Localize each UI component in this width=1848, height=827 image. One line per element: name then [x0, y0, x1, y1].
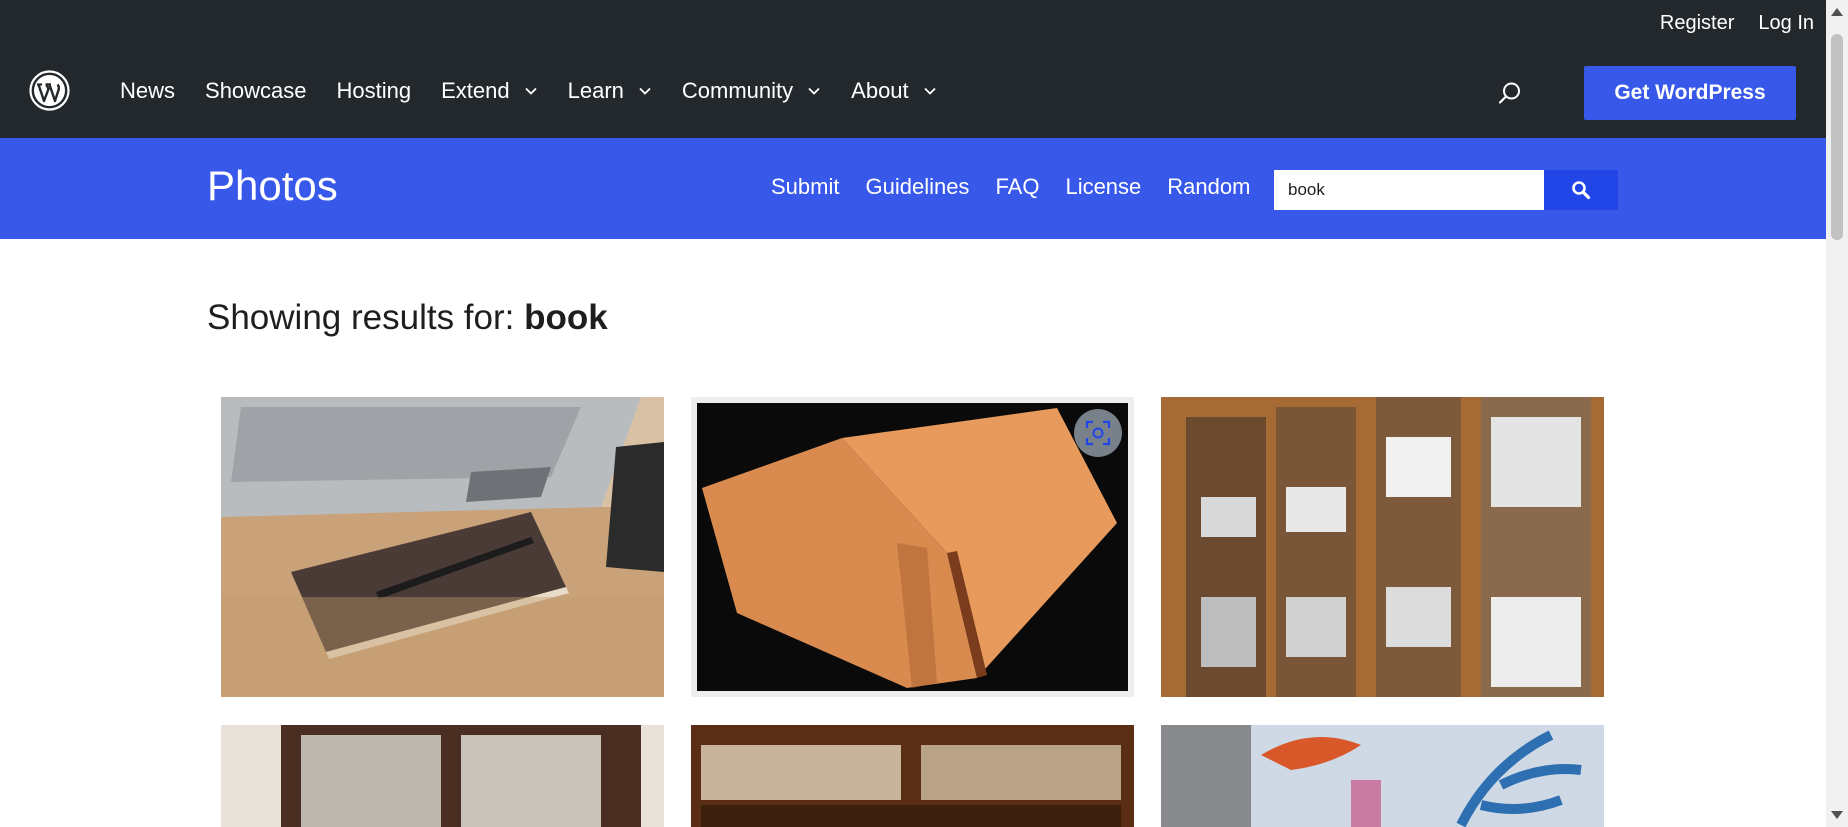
results-prefix: Showing results for: — [207, 298, 515, 337]
nav-item-label: Learn — [567, 78, 624, 103]
photos-nav: Submit Guidelines FAQ License Random — [771, 174, 1250, 200]
search-icon[interactable] — [1497, 80, 1523, 106]
chevron-down-icon — [808, 87, 820, 95]
chevron-down-icon — [924, 87, 936, 95]
expand-icon — [1085, 420, 1111, 446]
nav-item-learn[interactable]: Learn — [568, 78, 652, 104]
nav-item-community[interactable]: Community — [682, 78, 821, 104]
nav-item-label: Community — [681, 78, 794, 103]
scroll-up-arrow-icon[interactable] — [1831, 8, 1843, 16]
photo-bookshelf-with-books[interactable] — [691, 725, 1134, 827]
photos-search-form — [1274, 170, 1618, 210]
photo-wooden-cabinets-with-papers[interactable] — [1161, 397, 1604, 697]
main-nav: News Showcase Hosting Extend Learn Commu… — [120, 78, 967, 104]
photos-nav-license[interactable]: License — [1065, 174, 1141, 200]
photos-header: Photos Submit Guidelines FAQ License Ran… — [0, 138, 1826, 239]
nav-item-showcase[interactable]: Showcase — [205, 78, 307, 104]
nav-item-label: News — [120, 78, 176, 103]
photo-image — [691, 725, 1134, 827]
login-link[interactable]: Log In — [1758, 12, 1814, 35]
photo-image — [697, 403, 1128, 691]
nav-item-label: About — [851, 78, 909, 103]
register-link[interactable]: Register — [1660, 12, 1734, 35]
zoom-icon[interactable] — [1074, 409, 1122, 457]
nav-item-label: Extend — [441, 78, 510, 103]
photo-laptop-notebook-pen[interactable] — [221, 397, 664, 697]
photo-open-antique-book[interactable] — [691, 397, 1134, 697]
photo-image — [1161, 725, 1604, 827]
nav-item-label: Showcase — [205, 78, 307, 103]
global-header: Register Log In News Showcase Hosting Ex… — [0, 0, 1826, 138]
photos-search-input[interactable] — [1274, 170, 1544, 210]
nav-item-label: Hosting — [336, 78, 412, 103]
vertical-scrollbar[interactable] — [1826, 0, 1848, 827]
search-icon — [1572, 181, 1591, 200]
scroll-thumb[interactable] — [1831, 34, 1843, 240]
photos-nav-submit[interactable]: Submit — [771, 174, 839, 200]
photo-wooden-glass-cabinet[interactable] — [221, 725, 664, 827]
photos-nav-faq[interactable]: FAQ — [995, 174, 1039, 200]
nav-item-about[interactable]: About — [851, 78, 937, 104]
scroll-down-arrow-icon[interactable] — [1831, 811, 1843, 819]
chevron-down-icon — [639, 87, 651, 95]
wordpress-logo-icon[interactable] — [29, 70, 70, 111]
results-heading: Showing results for: book — [207, 298, 608, 338]
page-title[interactable]: Photos — [207, 162, 338, 210]
photo-image — [221, 725, 664, 827]
nav-item-extend[interactable]: Extend — [441, 78, 538, 104]
photos-nav-random[interactable]: Random — [1167, 174, 1250, 200]
nav-item-hosting[interactable]: Hosting — [337, 78, 412, 104]
results-query: book — [524, 298, 608, 337]
photos-search-button[interactable] — [1544, 170, 1618, 210]
photo-image — [1161, 397, 1604, 697]
photo-painted-wall-mural[interactable] — [1161, 725, 1604, 827]
get-wordpress-button[interactable]: Get WordPress — [1584, 66, 1796, 120]
nav-item-news[interactable]: News — [120, 78, 175, 104]
photo-image — [221, 397, 664, 697]
utility-links: Register Log In — [1660, 12, 1814, 35]
chevron-down-icon — [524, 87, 537, 95]
photos-nav-guidelines[interactable]: Guidelines — [865, 174, 969, 200]
